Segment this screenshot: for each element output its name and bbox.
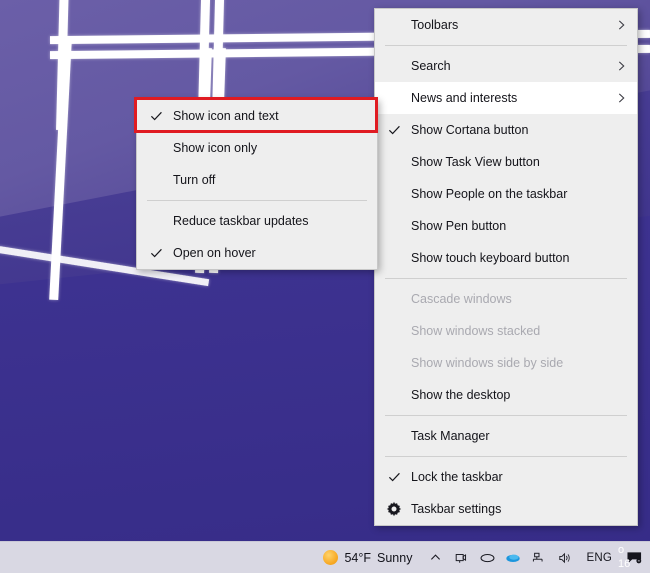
menu-item-label: Show windows side by side	[411, 356, 563, 370]
weather-condition: Sunny	[377, 551, 412, 565]
menu-item-label: Show windows stacked	[411, 324, 540, 338]
menu-item-label: Taskbar settings	[411, 502, 501, 516]
menu-item-label: Turn off	[173, 173, 215, 187]
onedrive-icon[interactable]	[500, 542, 526, 573]
menu-item-show-icon-and-text[interactable]: Show icon and text	[137, 100, 377, 132]
menu-item-taskbar-settings[interactable]: Taskbar settings	[375, 493, 637, 525]
checkmark-icon	[388, 124, 401, 137]
menu-item-label: Show Pen button	[411, 219, 506, 233]
menu-item-label: Reduce taskbar updates	[173, 214, 309, 228]
menu-item-label: Show icon only	[173, 141, 257, 155]
menu-item-show-windows-side-by-side: Show windows side by side	[375, 347, 637, 379]
menu-item-label: Show touch keyboard button	[411, 251, 569, 265]
menu-item-cascade-windows: Cascade windows	[375, 283, 637, 315]
menu-item-label: Lock the taskbar	[411, 470, 503, 484]
system-tray: 54°F Sunny	[317, 542, 650, 573]
menu-item-show-touch-keyboard-button[interactable]: Show touch keyboard button	[375, 242, 637, 274]
menu-item-label: Cascade windows	[411, 292, 512, 306]
menu-separator	[385, 45, 627, 46]
menu-item-label: Show Task View button	[411, 155, 540, 169]
clock-date: 16	[618, 558, 630, 572]
checkmark-icon	[150, 247, 163, 260]
weather-temperature: 54°F	[344, 551, 371, 565]
chevron-up-icon[interactable]	[422, 542, 448, 573]
taskbar[interactable]: 54°F Sunny	[0, 541, 650, 573]
chevron-right-icon	[616, 93, 627, 104]
menu-item-turn-off[interactable]: Turn off	[137, 164, 377, 196]
menu-item-lock-the-taskbar[interactable]: Lock the taskbar	[375, 461, 637, 493]
cloud-outline-icon[interactable]	[474, 542, 500, 573]
menu-item-label: Show Cortana button	[411, 123, 528, 137]
menu-item-label: Toolbars	[411, 18, 458, 32]
menu-item-search[interactable]: Search	[375, 50, 637, 82]
menu-separator	[385, 415, 627, 416]
menu-item-show-pen-button[interactable]: Show Pen button	[375, 210, 637, 242]
network-icon[interactable]	[526, 542, 552, 573]
menu-item-show-cortana-button[interactable]: Show Cortana button	[375, 114, 637, 146]
menu-item-show-icon-only[interactable]: Show icon only	[137, 132, 377, 164]
menu-item-show-task-view-button[interactable]: Show Task View button	[375, 146, 637, 178]
menu-item-label: Show the desktop	[411, 388, 510, 402]
menu-item-toolbars[interactable]: Toolbars	[375, 9, 637, 41]
checkmark-icon	[150, 110, 163, 123]
chevron-right-icon	[616, 20, 627, 31]
taskbar-clock[interactable]: o 16	[618, 542, 648, 573]
menu-item-news-and-interests[interactable]: News and interests	[375, 82, 637, 114]
menu-item-label: Show icon and text	[173, 109, 279, 123]
chevron-right-icon	[616, 61, 627, 72]
checkmark-icon	[388, 471, 401, 484]
menu-separator	[385, 456, 627, 457]
taskbar-context-menu[interactable]: Toolbars Search News and interests Show Cor…	[374, 8, 638, 526]
menu-separator	[385, 278, 627, 279]
desktop-screen: 54°F Sunny	[0, 0, 650, 573]
menu-item-label: Show People on the taskbar	[411, 187, 567, 201]
menu-item-label: Task Manager	[411, 429, 490, 443]
news-and-interests-submenu[interactable]: Show icon and text Show icon only Turn off…	[136, 99, 378, 270]
sun-icon	[323, 550, 338, 565]
camera-monitor-icon[interactable]	[448, 542, 474, 573]
menu-item-label: News and interests	[411, 91, 517, 105]
speaker-icon[interactable]	[552, 542, 578, 573]
menu-item-show-the-desktop[interactable]: Show the desktop	[375, 379, 637, 411]
weather-widget[interactable]: 54°F Sunny	[323, 550, 412, 565]
menu-item-open-on-hover[interactable]: Open on hover	[137, 237, 377, 269]
menu-item-label: Search	[411, 59, 451, 73]
language-indicator[interactable]: ENG	[578, 552, 620, 564]
menu-item-task-manager[interactable]: Task Manager	[375, 420, 637, 452]
gear-icon	[386, 501, 402, 517]
menu-item-reduce-taskbar-updates[interactable]: Reduce taskbar updates	[137, 205, 377, 237]
menu-item-label: Open on hover	[173, 246, 256, 260]
menu-item-show-people-on-the-taskbar[interactable]: Show People on the taskbar	[375, 178, 637, 210]
menu-item-show-windows-stacked: Show windows stacked	[375, 315, 637, 347]
menu-separator	[147, 200, 367, 201]
clock-time: o	[618, 544, 624, 558]
